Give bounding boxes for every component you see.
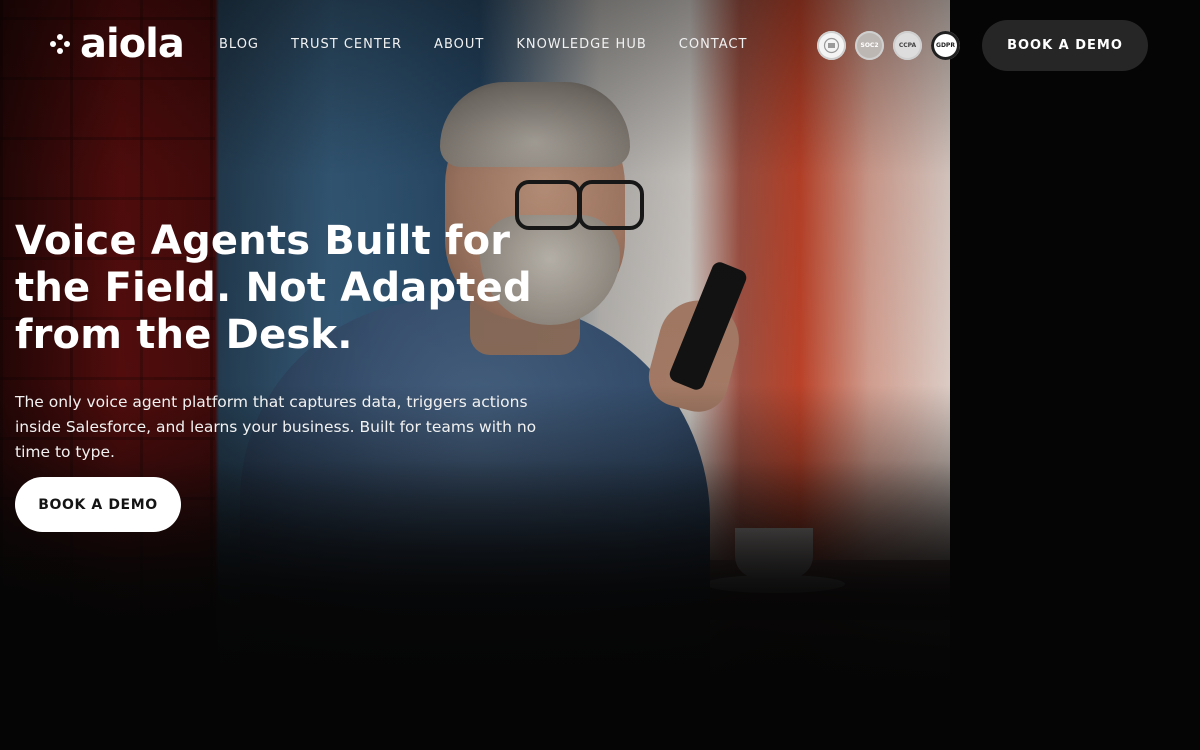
nav-item-trust-center[interactable]: TRUST CENTER xyxy=(291,37,402,52)
iso-certification-badge-icon xyxy=(817,31,846,60)
nav-item-knowledge-hub[interactable]: KNOWLEDGE HUB xyxy=(516,37,646,52)
main-nav: BLOG TRUST CENTER ABOUT KNOWLEDGE HUB CO… xyxy=(219,37,747,52)
logo-dots-icon xyxy=(50,34,70,54)
hero-headline: Voice Agents Built for the Field. Not Ad… xyxy=(15,218,532,358)
nav-item-about[interactable]: ABOUT xyxy=(434,37,484,52)
logo-link[interactable]: aiola xyxy=(50,21,185,67)
book-demo-hero-button[interactable]: BOOK A DEMO xyxy=(15,477,181,532)
nav-item-blog[interactable]: BLOG xyxy=(219,37,259,52)
logo-wordmark: aiola xyxy=(80,21,185,67)
soc2-badge-icon: SOC2 xyxy=(855,31,884,60)
gdpr-badge-icon: GDPR xyxy=(931,31,960,60)
book-demo-nav-button[interactable]: BOOK A DEMO xyxy=(982,20,1148,71)
compliance-badges: SOC2 CCPA GDPR xyxy=(817,31,960,60)
hero-subheadline: The only voice agent platform that captu… xyxy=(15,393,537,461)
ccpa-badge-icon: CCPA xyxy=(893,31,922,60)
right-panel xyxy=(950,0,1200,750)
nav-item-contact[interactable]: CONTACT xyxy=(679,37,748,52)
